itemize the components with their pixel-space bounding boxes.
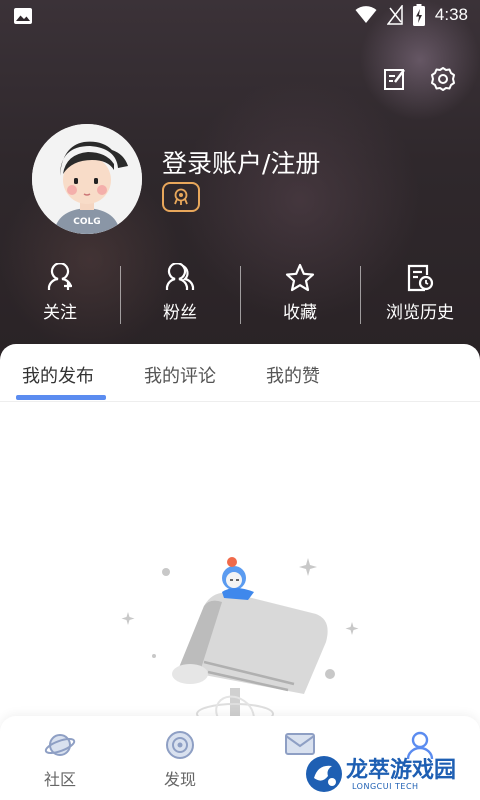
login-register-link[interactable]: 登录账户/注册	[162, 144, 320, 180]
tab-my-posts[interactable]: 我的发布	[22, 362, 94, 388]
edit-button[interactable]	[382, 66, 408, 92]
rocket-icon	[174, 188, 188, 205]
level-badge	[162, 182, 200, 212]
nav-label: 社区	[43, 770, 76, 789]
watermark-swirl-icon	[306, 756, 342, 792]
discover-icon	[166, 731, 194, 759]
top-actions	[382, 66, 456, 92]
user-plus-icon	[47, 263, 73, 290]
planet-icon	[44, 734, 76, 756]
status-time: 4:38	[434, 5, 468, 24]
svg-text:COLG: COLG	[73, 217, 100, 227]
stat-following[interactable]: 关注	[0, 262, 120, 326]
no-signal-icon	[386, 5, 403, 25]
stat-favorites[interactable]: 收藏	[240, 262, 360, 326]
stats-row: 关注 粉丝 收藏 浏览历史	[0, 262, 480, 326]
watermark-logo: 龙萃游戏园 LONGCUI TECH	[304, 752, 476, 796]
users-icon	[165, 263, 195, 290]
tab-active-indicator	[16, 395, 106, 400]
tab-my-comments[interactable]: 我的评论	[144, 362, 216, 388]
stat-label: 浏览历史	[386, 303, 454, 323]
battery-charging-icon	[412, 4, 425, 26]
status-bar: 4:38	[0, 0, 480, 32]
avatar[interactable]: COLG	[32, 124, 142, 234]
watermark-subtext: LONGCUI TECH	[352, 782, 419, 791]
nav-label: 发现	[163, 770, 196, 789]
watermark-text: 龙萃游戏园	[346, 758, 457, 783]
tab-my-likes[interactable]: 我的赞	[266, 362, 320, 388]
nav-community[interactable]: 社区	[0, 716, 120, 800]
settings-button[interactable]	[430, 66, 456, 92]
stat-label: 粉丝	[163, 303, 197, 323]
edit-icon	[384, 69, 405, 90]
stat-label: 收藏	[283, 303, 317, 323]
avatar-illustration: COLG	[32, 124, 142, 234]
gear-icon	[431, 67, 455, 91]
stat-label: 关注	[43, 303, 77, 323]
stat-fans[interactable]: 粉丝	[120, 262, 240, 326]
image-icon	[14, 8, 32, 24]
stat-history[interactable]: 浏览历史	[360, 262, 480, 326]
empty-mailbox-illustration	[121, 557, 359, 728]
nav-discover[interactable]: 发现	[120, 716, 240, 800]
tab-bar: 我的发布 我的评论 我的赞	[0, 344, 480, 402]
star-icon	[285, 263, 315, 292]
wifi-icon	[355, 6, 377, 23]
history-icon	[407, 264, 434, 292]
